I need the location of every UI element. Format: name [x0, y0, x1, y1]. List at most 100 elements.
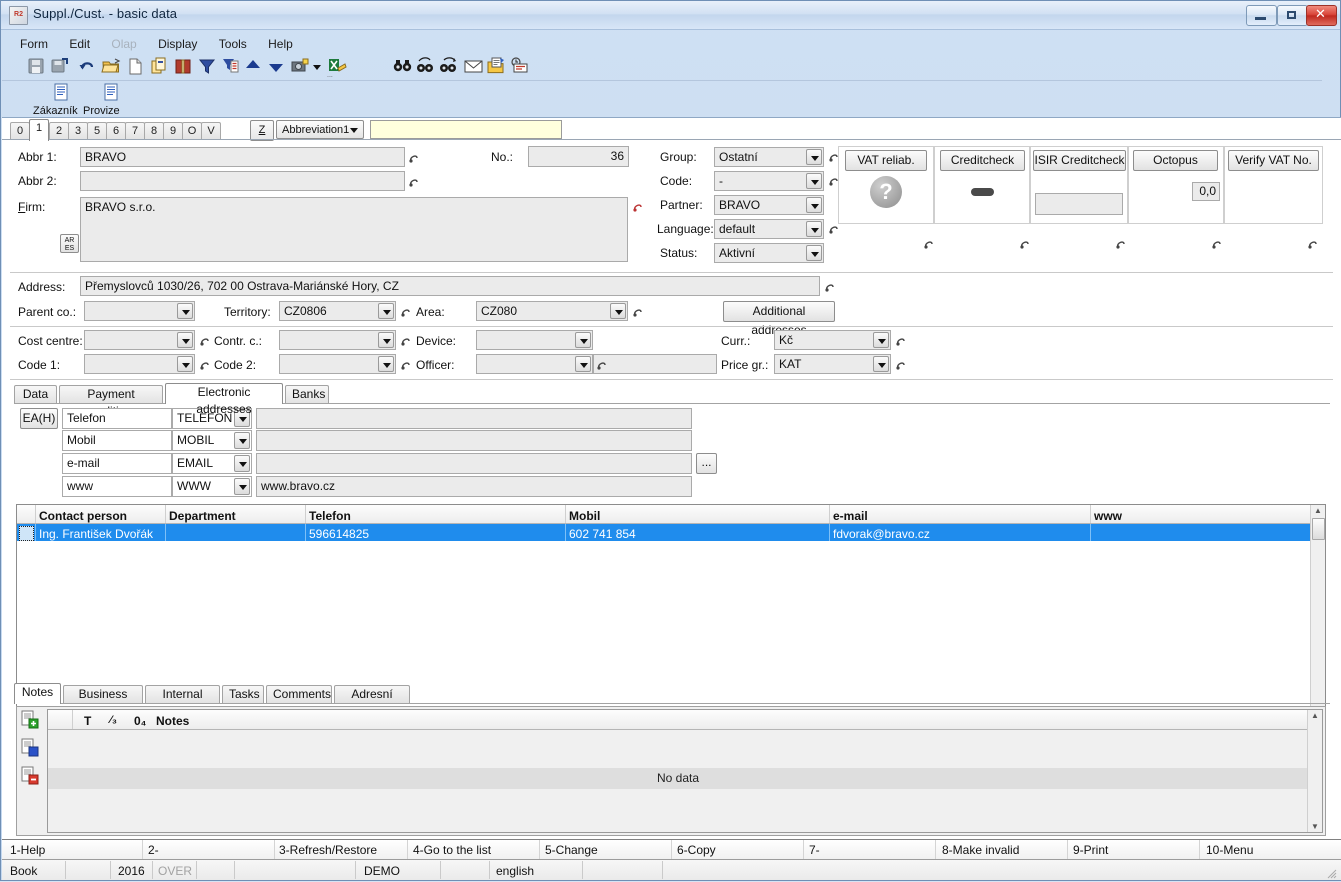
officer-select[interactable]	[476, 354, 593, 374]
undo-code1-icon[interactable]	[199, 358, 211, 372]
fn-1-help[interactable]: 1-Help	[10, 843, 45, 857]
no-input[interactable]: 36	[528, 146, 629, 167]
code2-select[interactable]	[279, 354, 396, 374]
code1-select[interactable]	[84, 354, 195, 374]
fn-10-menu[interactable]: 10-Menu	[1206, 843, 1253, 857]
fn-4-go-to-the-list[interactable]: 4-Go to the list	[413, 843, 491, 857]
filter-icon[interactable]	[197, 56, 219, 80]
undo-vat-reliab-icon[interactable]	[923, 237, 935, 251]
chevron-down-icon[interactable]	[234, 478, 250, 495]
ea-value-2[interactable]	[256, 453, 692, 474]
ea-value-0[interactable]	[256, 408, 692, 429]
area-select[interactable]: CZ080	[476, 301, 628, 321]
chevron-down-icon[interactable]	[177, 332, 193, 348]
undo-territory-icon[interactable]	[400, 305, 412, 319]
abbr1-input[interactable]: BRAVO	[80, 147, 405, 167]
menu-help[interactable]: Help	[259, 35, 302, 53]
delete-note-icon[interactable]	[20, 766, 44, 788]
open-folder-icon[interactable]	[101, 56, 123, 80]
col-department[interactable]: Department	[169, 509, 236, 523]
verify-vat-no-button[interactable]: Verify VAT No.	[1228, 150, 1319, 171]
ares-button[interactable]: AR ES	[60, 234, 79, 253]
filter-list-icon[interactable]	[221, 56, 243, 80]
save-icon[interactable]	[26, 56, 48, 80]
tab-electronic-addresses[interactable]: Electronic addresses	[165, 383, 283, 416]
undo-language-icon[interactable]	[828, 222, 840, 236]
find-icon[interactable]	[392, 56, 414, 80]
close-button[interactable]: ✕	[1306, 5, 1337, 26]
ea-name-0[interactable]: Telefon	[62, 408, 172, 429]
fn-5-change[interactable]: 5-Change	[545, 843, 598, 857]
find-next-icon[interactable]	[438, 56, 460, 80]
chevron-down-icon[interactable]	[378, 332, 394, 348]
abbreviation-select[interactable]: Abbreviation1	[276, 120, 364, 139]
undo-abbr2-icon[interactable]	[408, 175, 420, 189]
minimize-button[interactable]	[1246, 5, 1277, 26]
isir-creditcheck-field[interactable]	[1035, 193, 1123, 215]
undo-officer-icon[interactable]	[596, 358, 608, 372]
abbr2-input[interactable]	[80, 171, 405, 191]
chevron-down-icon[interactable]	[177, 356, 193, 372]
col-0-4[interactable]: 0₄	[134, 714, 146, 728]
arrow-up-icon[interactable]	[243, 56, 265, 80]
book-icon[interactable]	[173, 56, 195, 80]
ea-name-2[interactable]: e-mail	[62, 453, 172, 474]
partner-select[interactable]: BRAVO	[714, 195, 824, 215]
parent-co-select[interactable]	[84, 301, 195, 321]
fn-2[interactable]: 2-	[148, 843, 159, 857]
isir-creditcheck-button[interactable]: ISIR Creditcheck	[1033, 150, 1126, 171]
tab-8[interactable]: 8	[144, 122, 164, 140]
history-icon[interactable]	[509, 56, 531, 80]
tab-data[interactable]: Data	[14, 385, 57, 403]
tab-v[interactable]: V	[201, 122, 221, 140]
address-input[interactable]: Přemyslovců 1030/26, 702 00 Ostrava-Mari…	[80, 276, 820, 296]
tab-internal-text[interactable]: Internal text	[145, 685, 220, 718]
arrow-down-icon[interactable]	[266, 56, 288, 80]
tab-9[interactable]: 9	[163, 122, 183, 140]
chevron-down-icon[interactable]	[873, 332, 889, 348]
firm-input[interactable]: BRAVO s.r.o.	[80, 197, 628, 262]
new-document-icon[interactable]	[125, 56, 147, 80]
undo-address-icon[interactable]	[824, 280, 836, 294]
ea-type-2[interactable]: EMAIL	[172, 453, 252, 474]
ea-type-3[interactable]: WWW	[172, 476, 252, 497]
add-note-icon[interactable]	[20, 710, 44, 732]
tab-business-text[interactable]: Business text	[63, 685, 143, 718]
fn-7[interactable]: 7-	[809, 843, 820, 857]
ea-browse-button[interactable]: ...	[696, 453, 717, 474]
menu-edit[interactable]: Edit	[60, 35, 99, 53]
mail-icon[interactable]	[463, 56, 485, 80]
undo-verify-vat-icon[interactable]	[1307, 237, 1319, 251]
menu-form[interactable]: Form	[11, 35, 57, 53]
scroll-down-icon[interactable]: ▼	[1308, 822, 1322, 831]
tab-7[interactable]: 7	[125, 122, 145, 140]
cost-centre-select[interactable]	[84, 330, 195, 350]
chevron-down-icon[interactable]	[873, 356, 889, 372]
undo-contr-c-icon[interactable]	[400, 334, 412, 348]
chevron-down-icon[interactable]	[575, 332, 591, 348]
tab-2[interactable]: 2	[49, 122, 69, 140]
notes-vscrollbar[interactable]: ▲ ▼	[1307, 710, 1322, 832]
chevron-down-icon[interactable]	[177, 303, 193, 319]
col-mobil[interactable]: Mobil	[569, 509, 600, 523]
undo-icon[interactable]	[77, 56, 99, 80]
chevron-down-icon[interactable]	[806, 221, 822, 237]
chevron-down-icon[interactable]	[378, 356, 394, 372]
col-slash3[interactable]: ⁄₃	[110, 714, 117, 726]
vat-reliab-button[interactable]: VAT reliab.	[845, 150, 927, 171]
undo-creditcheck-icon[interactable]	[1019, 237, 1031, 251]
chevron-down-icon[interactable]	[806, 173, 822, 189]
ea-type-1[interactable]: MOBIL	[172, 430, 252, 451]
code-select[interactable]: -	[714, 171, 824, 191]
maximize-button[interactable]	[1277, 5, 1308, 26]
dropdown-arrow-icon[interactable]	[311, 56, 323, 80]
tab-5[interactable]: 5	[87, 122, 107, 140]
excel-export-icon[interactable]: ...	[326, 56, 348, 80]
tab-0[interactable]: 0	[10, 122, 30, 140]
territory-select[interactable]: CZ0806	[279, 301, 396, 321]
ea-name-3[interactable]: www	[62, 476, 172, 497]
chevron-down-icon[interactable]	[806, 245, 822, 261]
save-all-icon[interactable]	[49, 56, 71, 80]
col-notes[interactable]: Notes	[156, 714, 189, 728]
group-select[interactable]: Ostatní	[714, 147, 824, 167]
